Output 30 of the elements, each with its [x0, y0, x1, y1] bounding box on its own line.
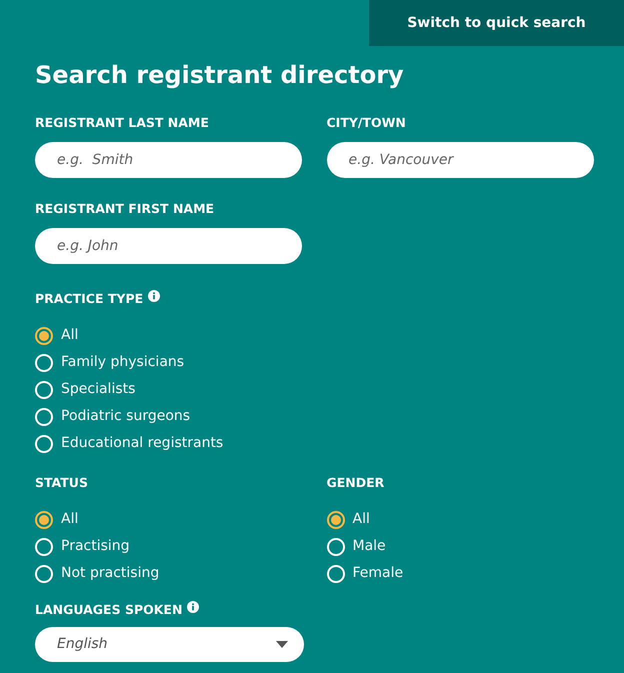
- radio-button[interactable]: [326, 510, 344, 528]
- radio-label: Podiatric surgeons: [61, 407, 190, 426]
- text-field[interactable]: e.g. Smith: [35, 142, 302, 178]
- field-label: LANGUAGES SPOKEN: [35, 600, 182, 619]
- radio-label: Specialists: [61, 380, 136, 399]
- field-label: PRACTICE TYPE: [35, 290, 144, 308]
- text-field[interactable]: e.g. Vancouver: [326, 142, 594, 178]
- radio-label: Family physicians: [61, 353, 184, 372]
- radio-label: Female: [352, 564, 404, 583]
- radio-button[interactable]: [35, 510, 53, 528]
- radio-label: All: [61, 326, 78, 345]
- quick-search-link[interactable]: Switch to quick search: [369, 0, 624, 46]
- page-title: Search registrant directory: [35, 60, 405, 91]
- field-label: GENDER: [326, 474, 384, 492]
- caret-icon: [276, 641, 288, 648]
- field-label: STATUS: [35, 474, 88, 492]
- field-label: REGISTRANT FIRST NAME: [35, 200, 214, 218]
- radio-label: All: [61, 510, 78, 529]
- field-label: REGISTRANT LAST NAME: [35, 114, 209, 132]
- radio-label: Educational registrants: [61, 434, 224, 453]
- text-field[interactable]: e.g. John: [35, 228, 302, 264]
- info-icon[interactable]: [187, 601, 200, 613]
- radio-label: All: [352, 510, 370, 529]
- info-icon[interactable]: [148, 290, 160, 302]
- field-label: CITY/TOWN: [326, 114, 406, 132]
- radio-label: Practising: [61, 537, 130, 556]
- radio-button[interactable]: [35, 326, 53, 344]
- language-dropdown[interactable]: English: [35, 627, 304, 662]
- radio-label: Not practising: [61, 564, 160, 583]
- radio-label: Male: [352, 537, 386, 556]
